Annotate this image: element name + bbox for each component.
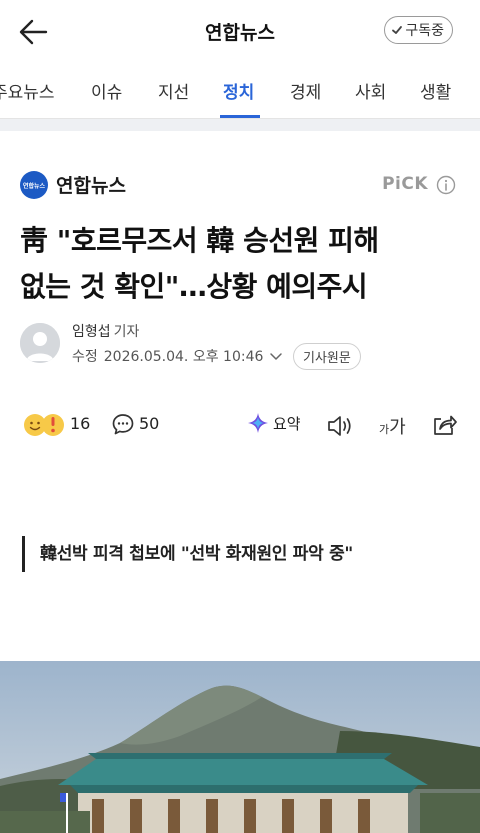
info-icon[interactable] (436, 175, 456, 195)
sparkle-icon (248, 413, 268, 433)
font-size-button[interactable]: 가가 (379, 413, 406, 439)
back-button[interactable] (16, 14, 52, 50)
tab-economy[interactable]: 경제 (290, 78, 321, 103)
check-icon (392, 26, 403, 34)
reaction-count: 16 (70, 414, 91, 433)
pick-badge: PiCK (382, 174, 428, 194)
original-article-button[interactable]: 기사원문 (293, 343, 361, 370)
reporter-name: 임형섭 (72, 324, 111, 340)
article-date: 2026.05.04. 오후 10:46 (103, 349, 264, 365)
article-headline: 靑 "호르무즈서 韓 승선원 피해 없는 것 확인"…상황 예의주시 (20, 218, 460, 310)
tab-society[interactable]: 사회 (355, 78, 386, 103)
comment-icon[interactable] (111, 412, 135, 436)
headline-line-2: 없는 것 확인"…상황 예의주시 (20, 270, 368, 303)
date-prefix: 수정 (72, 349, 98, 365)
tab-politics[interactable]: 정치 (223, 78, 254, 103)
tab-living[interactable]: 생활 (420, 78, 451, 103)
tab-main-news[interactable]: 주요뉴스 (0, 78, 55, 103)
reporter-byline[interactable]: 임형섭 기자 (72, 321, 139, 341)
article-photo[interactable] (0, 661, 480, 833)
press-logo[interactable]: 연합뉴스 (20, 171, 48, 199)
section-tabs: 주요뉴스 이슈 지선 정치 경제 사회 생활 (0, 62, 480, 118)
headline-line-1: 靑 "호르무즈서 韓 승선원 피해 (20, 224, 379, 257)
subscribe-label: 구독중 (405, 23, 444, 39)
comment-count: 50 (139, 414, 160, 433)
tab-issue[interactable]: 이슈 (91, 78, 122, 103)
press-logo-text: 연합뉴스 (22, 182, 46, 190)
subheading-bar (22, 536, 25, 572)
font-small-label: 가 (379, 423, 390, 436)
article-dateline[interactable]: 수정 2026.05.04. 오후 10:46 (72, 346, 283, 366)
tab-local-election[interactable]: 지선 (158, 78, 189, 103)
audio-icon[interactable] (326, 413, 354, 439)
top-bar: 연합뉴스 구독중 (0, 0, 480, 62)
subscribe-button[interactable]: 구독중 (384, 16, 453, 44)
back-arrow-icon (19, 19, 48, 45)
press-name[interactable]: 연합뉴스 (56, 171, 126, 198)
summary-button[interactable]: 요약 (247, 412, 301, 434)
summary-label: 요약 (273, 414, 301, 433)
reporter-role: 기자 (113, 324, 140, 340)
share-icon[interactable] (430, 412, 458, 438)
reaction-emoji-icon[interactable] (22, 410, 66, 440)
section-separator (0, 119, 480, 131)
chevron-down-icon (270, 353, 283, 360)
reporter-avatar[interactable] (20, 323, 60, 363)
font-large-label: 가 (389, 417, 406, 438)
article-subheading: 韓선박 피격 첩보에 "선박 화재원인 파악 중" (40, 544, 353, 564)
